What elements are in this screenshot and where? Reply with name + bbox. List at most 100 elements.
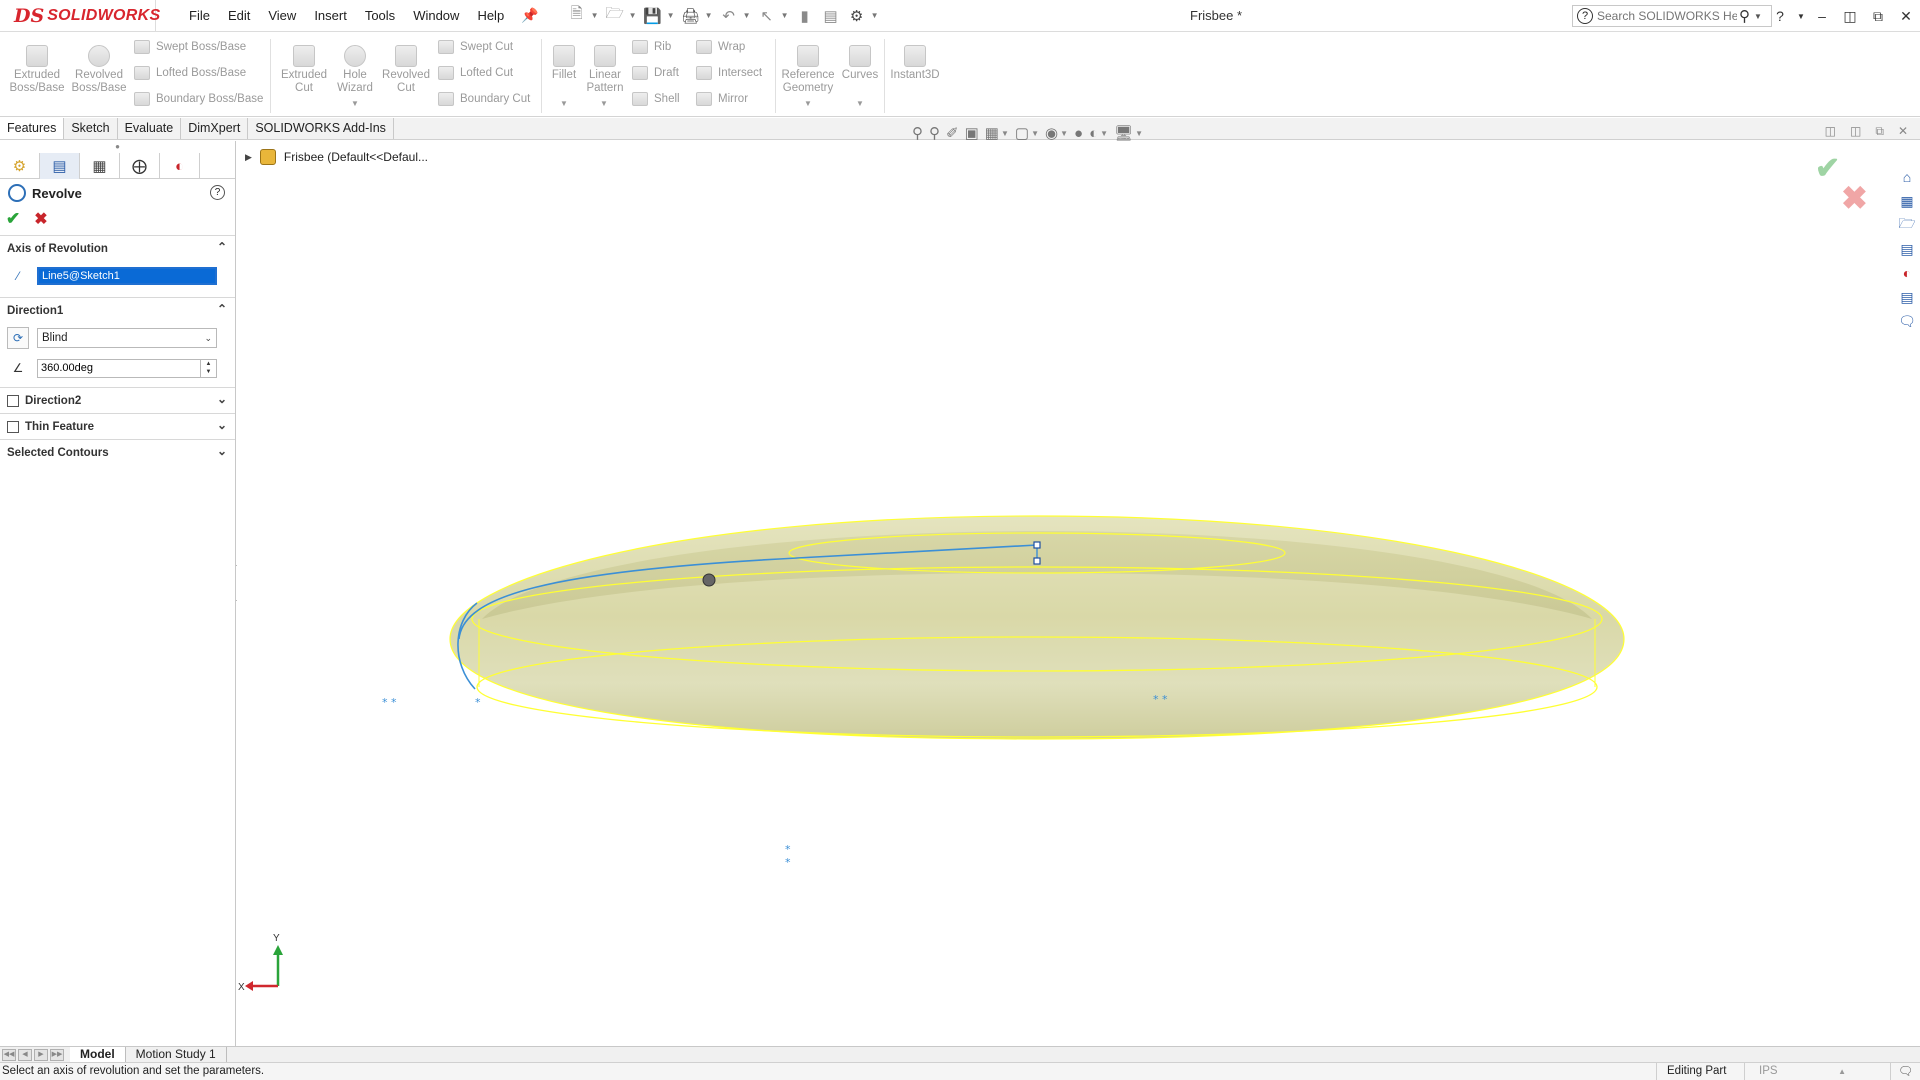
document-restore-icon[interactable]: ⧉ <box>1875 124 1884 139</box>
extruded-cut-button[interactable]: Extruded Cut <box>276 45 332 95</box>
select-arrow-icon[interactable]: ↖ <box>755 4 779 28</box>
ok-checkmark-icon[interactable]: ✔ <box>6 209 20 229</box>
spin-up-icon[interactable]: ▲ <box>206 360 212 368</box>
close-icon[interactable]: ✕ <box>1892 8 1920 25</box>
feature-manager-tab-icon[interactable]: ⚙ <box>0 153 40 179</box>
reverse-direction-icon[interactable]: ⟳ <box>7 327 29 349</box>
sketch-endpoint-handle[interactable] <box>1033 557 1041 565</box>
thin-feature-group[interactable]: Thin Feature ⌄ <box>0 413 235 439</box>
tab-motion-study[interactable]: Motion Study 1 <box>126 1047 227 1062</box>
view-orientation-dropdown-icon[interactable]: ▼ <box>1001 129 1009 138</box>
curves-dropdown-icon[interactable]: ▼ <box>856 99 864 108</box>
tile-windows-icon[interactable]: ◫ <box>1836 8 1864 25</box>
expand-triangle-icon[interactable]: ▶ <box>245 152 252 163</box>
confirm-cancel-icon[interactable]: ✖ <box>1841 179 1868 217</box>
rebuild-icon[interactable]: ▮ <box>793 4 817 28</box>
view-palette-icon[interactable]: ▤ <box>1897 240 1917 258</box>
tab-dimxpert[interactable]: DimXpert <box>181 118 249 139</box>
collapse-right-icon[interactable]: ◫ <box>1850 124 1861 139</box>
zoom-to-fit-icon[interactable]: ⚲ <box>912 124 923 142</box>
intersect-button[interactable]: Intersect <box>696 63 762 83</box>
chevron-down-icon[interactable]: ⌄ <box>217 392 227 406</box>
menu-view[interactable]: View <box>259 0 305 32</box>
dimxpert-manager-tab-icon[interactable]: ⨁ <box>120 153 160 179</box>
chevron-down-icon[interactable]: ⌄ <box>217 444 227 458</box>
view-settings-dropdown-icon[interactable]: ▼ <box>1135 129 1143 138</box>
menu-insert[interactable]: Insert <box>305 0 356 32</box>
open-dropdown-icon[interactable]: ▼ <box>629 11 639 20</box>
view-settings-icon[interactable]: 🖥 <box>1114 124 1133 142</box>
solidworks-logo[interactable]: DS SOLIDWORKS <box>0 0 160 32</box>
tab-features[interactable]: Features <box>0 118 65 139</box>
shell-button[interactable]: Shell <box>632 89 680 109</box>
undo-dropdown-icon[interactable]: ▼ <box>743 11 753 20</box>
tab-model[interactable]: Model <box>70 1047 126 1062</box>
new-document-icon[interactable]: 🗎 <box>565 4 589 28</box>
restore-icon[interactable]: ⧉ <box>1864 8 1892 25</box>
fillet-button[interactable]: Fillet <box>548 45 580 82</box>
display-manager-tab-icon[interactable]: ◐ <box>160 153 200 179</box>
help-button[interactable]: ? <box>210 185 225 200</box>
apply-scene-icon[interactable]: ◐ <box>1089 125 1098 142</box>
display-style-icon[interactable]: ▢ <box>1015 124 1029 142</box>
origin-marker[interactable] <box>702 573 716 587</box>
panel-grip[interactable]: ● <box>0 141 235 153</box>
next-tab-icon[interactable]: ▶ <box>34 1048 48 1061</box>
boundary-boss-button[interactable]: Boundary Boss/Base <box>134 89 263 109</box>
rib-button[interactable]: Rib <box>632 37 671 57</box>
lofted-boss-button[interactable]: Lofted Boss/Base <box>134 63 246 83</box>
select-dropdown-icon[interactable]: ▼ <box>781 11 791 20</box>
rebuild-notification-icon[interactable]: 🗨 <box>1890 1063 1920 1080</box>
document-close-icon[interactable]: ✕ <box>1898 124 1908 139</box>
pattern-dropdown-icon[interactable]: ▼ <box>600 99 608 108</box>
prev-tab-icon[interactable]: ◀ <box>18 1048 32 1061</box>
confirm-ok-icon[interactable]: ✔ <box>1815 151 1840 186</box>
save-icon[interactable]: 💾 <box>641 4 665 28</box>
lofted-cut-button[interactable]: Lofted Cut <box>438 63 513 83</box>
help-menu-icon[interactable]: ? <box>1766 8 1794 24</box>
options-gear-icon[interactable]: ⚙ <box>845 4 869 28</box>
hole-wizard-button[interactable]: Hole Wizard <box>330 45 380 95</box>
home-icon[interactable]: ⌂ <box>1897 168 1917 186</box>
reference-geometry-button[interactable]: Reference Geometry <box>780 45 836 95</box>
boundary-cut-button[interactable]: Boundary Cut <box>438 89 530 109</box>
hole-wizard-dropdown-icon[interactable]: ▼ <box>351 99 359 108</box>
collapse-left-icon[interactable]: ◫ <box>1825 124 1836 139</box>
chevron-down-icon[interactable]: ⌄ <box>217 418 227 432</box>
tab-evaluate[interactable]: Evaluate <box>118 118 182 139</box>
apply-scene-dropdown-icon[interactable]: ▼ <box>1100 129 1108 138</box>
configuration-manager-tab-icon[interactable]: ▦ <box>80 153 120 179</box>
last-tab-icon[interactable]: ▶▶ <box>50 1048 64 1061</box>
zoom-to-area-icon[interactable]: ⚲ <box>929 124 940 142</box>
chevron-up-icon[interactable]: ⌃ <box>217 240 227 254</box>
linear-pattern-button[interactable]: Linear Pattern <box>584 45 626 95</box>
search-icon[interactable]: ⚲ <box>1739 7 1750 25</box>
property-manager-tab-icon[interactable]: ▤ <box>40 153 80 179</box>
draft-button[interactable]: Draft <box>632 63 679 83</box>
direction2-checkbox[interactable] <box>7 394 19 407</box>
hide-show-items-icon[interactable]: ◉ <box>1045 124 1058 142</box>
display-style-dropdown-icon[interactable]: ▼ <box>1031 129 1039 138</box>
section-view-icon[interactable]: ▣ <box>965 124 979 142</box>
options-dropdown-icon[interactable]: ▼ <box>871 11 881 20</box>
new-dropdown-icon[interactable]: ▼ <box>591 11 601 20</box>
selected-contours-group[interactable]: Selected Contours ⌄ <box>0 439 235 465</box>
menu-edit[interactable]: Edit <box>219 0 259 32</box>
angle-spinner[interactable]: ▲ ▼ <box>201 358 217 378</box>
extruded-boss-button[interactable]: Extruded Boss/Base <box>6 45 68 95</box>
revolved-boss-button[interactable]: Revolved Boss/Base <box>68 45 130 95</box>
sketch-endpoint-handle[interactable] <box>1033 541 1041 549</box>
help-dropdown-icon[interactable]: ▼ <box>1794 12 1808 21</box>
reference-geometry-dropdown-icon[interactable]: ▼ <box>804 99 812 108</box>
minimize-icon[interactable]: – <box>1808 8 1836 24</box>
instant3d-button[interactable]: Instant3D <box>888 45 942 82</box>
model-view[interactable]: * * * * * * * Y X <box>237 141 1920 1046</box>
save-dropdown-icon[interactable]: ▼ <box>667 11 677 20</box>
print-icon[interactable]: 🖨 <box>679 4 703 28</box>
hide-show-dropdown-icon[interactable]: ▼ <box>1060 129 1068 138</box>
pin-menu-icon[interactable]: 📌 <box>521 7 538 24</box>
view-orientation-icon[interactable]: ▦ <box>985 124 999 142</box>
spin-down-icon[interactable]: ▼ <box>206 368 212 376</box>
direction1-group[interactable]: Direction1 ⌃ <box>0 297 235 323</box>
first-tab-icon[interactable]: ◀◀ <box>2 1048 16 1061</box>
